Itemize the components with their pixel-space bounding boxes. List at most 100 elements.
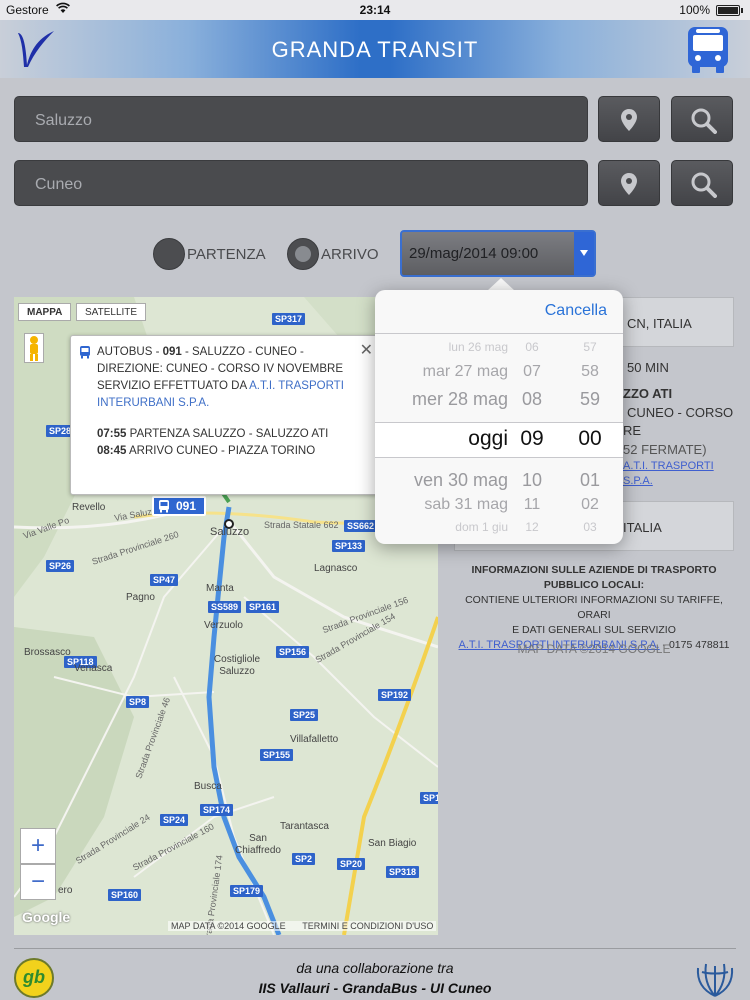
departure-row: 07:55 PARTENZA SALUZZO - SALUZZO ATI (97, 426, 371, 443)
zoom-in-button[interactable]: + (20, 828, 56, 864)
place-label: Revello (72, 502, 106, 513)
operator-line: SERVIZIO EFFETTUATO DA A.T.I. TRASPORTI … (97, 380, 344, 409)
road-badge: SP47 (150, 574, 179, 586)
location-pin-icon (621, 173, 637, 195)
route-info-window: ✕ AUTOBUS - 091 - SALUZZO - CUNEO - DIRE… (70, 335, 380, 495)
picker-row[interactable]: mer 28 mag 08 59 (375, 389, 623, 417)
battery-icon (716, 5, 743, 16)
road-badge: SP174 (200, 804, 234, 816)
search-icon (691, 172, 717, 198)
road-badge: SP20 (337, 858, 366, 870)
destination-locate-button[interactable] (598, 160, 660, 206)
stop-direction-2: RE (623, 423, 642, 438)
origin-input[interactable]: Saluzzo (14, 96, 588, 142)
datetime-value: 29/mag/2014 09:00 (409, 245, 539, 262)
road-badge: SP317 (272, 313, 306, 325)
bus-icon (159, 500, 169, 513)
place-label: Tarantasca (280, 821, 329, 832)
origin-address: CN, ITALIA (627, 316, 692, 331)
road-name-label: Strada Statale 662 (264, 520, 339, 530)
operator-link[interactable]: A.T.I. TRASPORTI (623, 460, 714, 472)
bus-line-marker[interactable]: 091 (152, 496, 206, 516)
arrival-time: 08:45 (97, 445, 127, 457)
road-badge: SP160 (108, 889, 142, 901)
vallauri-logo (18, 31, 54, 67)
footer-divider (14, 948, 736, 949)
place-label: Pagno (126, 592, 155, 603)
zoom-out-button[interactable]: − (20, 864, 56, 900)
close-icon[interactable]: ✕ (360, 342, 373, 359)
route-description: AUTOBUS - 091 - SALUZZO - CUNEO - DIREZI… (97, 346, 343, 375)
arrival-stop: ARRIVO CUNEO - PIAZZA TORINO (128, 445, 316, 457)
origin-search-button[interactable] (671, 96, 733, 142)
footer-credit-line2: IIS Vallauri - GrandaBus - UI Cuneo (258, 980, 492, 996)
destination-address: ITALIA (623, 520, 662, 535)
road-badge: SP155 (260, 749, 294, 761)
departure-radio[interactable] (153, 238, 185, 270)
place-label: Verzuolo (204, 620, 243, 631)
battery-percent: 100% (679, 3, 710, 17)
ui-cuneo-logo (696, 963, 734, 997)
departure-time: 07:55 (97, 428, 127, 440)
dropdown-arrow-icon (574, 232, 594, 275)
place-label: Costigliole Saluzzo (213, 654, 261, 677)
road-badge: SP26 (46, 560, 75, 572)
search-icon (691, 108, 717, 134)
datetime-picker-wheel[interactable]: lun 26 mag 06 57 mar 27 mag 07 58 mer 28 mag… (375, 334, 623, 544)
street-view-pegman-icon[interactable] (24, 333, 44, 363)
picker-row[interactable]: mar 27 mag 07 58 (375, 363, 623, 391)
picker-row-selected[interactable]: oggi 09 00 (375, 427, 623, 455)
road-badge: SP318 (386, 866, 420, 878)
place-label: San Biagio (368, 838, 417, 849)
stop-title: ZZO ATI (623, 386, 673, 401)
app-title: GRANDA TRANSIT (271, 37, 479, 62)
road-badge: SP24 (160, 814, 189, 826)
status-bar: Gestore 23:14 100% (0, 0, 750, 20)
arrival-row: 08:45 ARRIVO CUNEO - PIAZZA TORINO (97, 443, 371, 460)
road-badge: SP161 (246, 601, 280, 613)
operator-link-2[interactable]: S.P.A. (623, 475, 653, 487)
stop-direction: CUNEO - CORSO (627, 405, 734, 420)
road-badge: SP8 (126, 696, 150, 708)
picker-row[interactable]: ven 30 mag 10 01 (375, 470, 623, 498)
bus-marker-line: 091 (176, 499, 197, 513)
bus-line-number: 091 (162, 346, 182, 358)
origin-locate-button[interactable] (598, 96, 660, 142)
place-label: Villafalletto (290, 734, 339, 745)
trip-duration: 50 MIN (627, 360, 669, 375)
road-badge: SP192 (378, 689, 412, 701)
cancel-button[interactable]: Cancella (545, 302, 607, 320)
destination-search-button[interactable] (671, 160, 733, 206)
clock: 23:14 (359, 3, 391, 17)
bus-stop-marker[interactable] (224, 519, 234, 529)
destination-input[interactable]: Cuneo (14, 160, 588, 206)
map-type-map-button[interactable]: MAPPA (18, 303, 72, 321)
road-badge: SS589 (208, 601, 242, 613)
terms-link[interactable]: TERMINI E CONDIZIONI D'USO (302, 921, 433, 931)
google-logo: Google (22, 909, 71, 925)
datetime-picker-popover: Cancella lun 26 mag 06 57 mar 27 mag 07 58 m… (375, 290, 623, 544)
bus-icon[interactable] (684, 25, 732, 75)
road-badge: SP133 (332, 540, 366, 552)
map-type-satellite-button[interactable]: SATELLITE (76, 303, 147, 321)
place-label: Busca (194, 781, 222, 792)
place-label: Brossasco (24, 647, 71, 658)
datetime-select[interactable]: 29/mag/2014 09:00 (400, 230, 596, 277)
place-label: Venasca (74, 663, 113, 674)
panel-map-credit: MAP DATA ©2014 GOOGLE (517, 642, 671, 656)
map-data-credit: MAP DATA ©2014 GOOGLE (171, 921, 286, 931)
departure-stop: PARTENZA SALUZZO - SALUZZO ATI (129, 428, 329, 440)
footer-credit-line1: da una collaborazione tra (296, 960, 454, 976)
place-label: Lagnasco (314, 563, 358, 574)
place-label: ero (58, 885, 73, 896)
picker-row[interactable]: dom 1 giu 12 03 (375, 520, 623, 544)
transport-info: INFORMAZIONI SULLE AZIENDE DI TRASPORTO … (458, 564, 730, 651)
road-badge: SP25 (290, 709, 319, 721)
arrival-label: ARRIVO (321, 246, 379, 263)
road-badge: SS662 (344, 520, 378, 532)
road-badge: SP1 (420, 792, 438, 804)
road-badge: SP156 (276, 646, 310, 658)
place-label: Manta (206, 583, 234, 594)
arrival-radio[interactable] (287, 238, 319, 270)
stops-count: 52 FERMATE) (623, 442, 707, 457)
